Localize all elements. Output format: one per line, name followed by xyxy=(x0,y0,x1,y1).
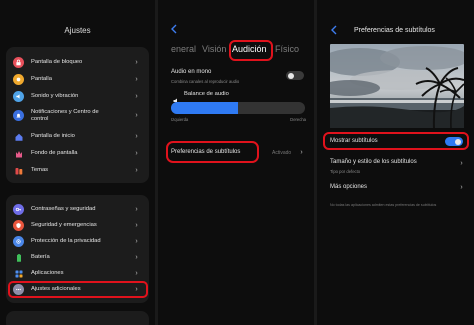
privacy-icon xyxy=(13,236,24,247)
page-title: Preferencias de subtítulos xyxy=(354,27,435,34)
settings-item-label: Notificaciones y Centro de control xyxy=(31,108,99,122)
chevron-right-icon: › xyxy=(135,270,138,277)
back-arrow-icon[interactable] xyxy=(170,23,178,37)
settings-item-display[interactable]: Pantalla › xyxy=(6,74,149,85)
balance-slider-fill xyxy=(171,102,238,114)
accessibility-panel: eneral Visión Audición Físico Audio en m… xyxy=(158,0,314,325)
battery-icon xyxy=(13,252,24,263)
balance-label: Balance de audio xyxy=(184,91,229,97)
chevron-right-icon: › xyxy=(300,149,303,156)
back-arrow-icon[interactable] xyxy=(330,24,338,38)
chevron-right-icon: › xyxy=(135,59,138,66)
settings-item-label: Sonido y vibración xyxy=(31,93,79,99)
settings-item-privacy[interactable]: Protección de la privacidad › xyxy=(6,236,149,247)
chevron-right-icon: › xyxy=(460,184,463,191)
highlight-show-subtitles xyxy=(323,132,469,150)
settings-item-battery[interactable]: Batería › xyxy=(6,252,149,263)
speaker-icon xyxy=(13,91,24,102)
palette-icon xyxy=(13,165,24,176)
balance-slider-track[interactable] xyxy=(171,102,305,114)
subtitle-status: Activado xyxy=(272,150,292,156)
settings-item-wallpaper[interactable]: Fondo de pantalla › xyxy=(6,148,149,159)
chevron-right-icon: › xyxy=(135,133,138,140)
settings-panel: Ajustes Pantalla de bloqueo › Pantalla ›… xyxy=(0,0,155,325)
subtitle-note: No todas las aplicaciones admiten estas … xyxy=(330,203,437,207)
subtitle-preview-image xyxy=(330,44,464,128)
highlight-subtitle-preferences xyxy=(166,141,259,163)
settings-item-passwords[interactable]: Contraseñas y seguridad › xyxy=(6,204,149,215)
highlight-additional-settings xyxy=(8,281,148,298)
speaker-icon xyxy=(173,91,181,104)
key-icon xyxy=(13,204,24,215)
more-options-label: Más opciones xyxy=(330,184,368,190)
chevron-right-icon: › xyxy=(135,222,138,229)
chevron-right-icon: › xyxy=(135,93,138,100)
bell-icon xyxy=(13,110,24,121)
mono-audio-toggle[interactable] xyxy=(286,71,304,80)
flower-icon xyxy=(13,148,24,159)
settings-item-label: Pantalla xyxy=(31,76,52,82)
settings-item-themes[interactable]: Temas › xyxy=(6,165,149,176)
audio-balance-control: Balance de audio Izquierda Derecha xyxy=(171,88,306,126)
settings-item-label: Pantalla de inicio xyxy=(31,133,75,139)
page-title: Ajustes xyxy=(64,26,91,35)
settings-item-safety[interactable]: Seguridad y emergencias › xyxy=(6,220,149,231)
lock-icon xyxy=(13,57,24,68)
settings-item-sound[interactable]: Sonido y vibración › xyxy=(6,91,149,102)
subtitle-preferences-panel: Preferencias de subtítulos Mostrar subtí… xyxy=(317,0,474,325)
chevron-right-icon: › xyxy=(135,206,138,213)
settings-group-personalization: Pantalla de bloqueo › Pantalla › Sonido … xyxy=(6,47,149,183)
settings-item-apps[interactable]: Aplicaciones › xyxy=(6,268,149,279)
tab-general[interactable]: eneral xyxy=(171,44,196,54)
shield-icon xyxy=(13,220,24,231)
settings-item-label: Contraseñas y seguridad xyxy=(31,206,96,212)
apps-icon xyxy=(13,268,24,279)
size-style-label: Tamaño y estilo de los subtítulos xyxy=(330,159,417,165)
settings-item-lock-screen[interactable]: Pantalla de bloqueo › xyxy=(6,57,149,68)
settings-item-label: Temas xyxy=(31,167,49,173)
highlight-hearing-tab xyxy=(229,40,273,61)
tab-vision[interactable]: Visión xyxy=(202,44,226,54)
chevron-right-icon: › xyxy=(135,238,138,245)
balance-right-label: Derecha xyxy=(290,117,306,122)
chevron-right-icon: › xyxy=(135,76,138,83)
settings-item-label: Fondo de pantalla xyxy=(31,150,78,156)
chevron-right-icon: › xyxy=(135,150,138,157)
sun-icon xyxy=(13,74,24,85)
mono-audio-label: Audio en mono xyxy=(171,69,212,75)
size-style-sub: Tipo por defecto xyxy=(330,169,361,174)
settings-item-label: Protección de la privacidad xyxy=(31,238,101,244)
settings-group-more xyxy=(6,311,149,325)
tab-physical[interactable]: Físico xyxy=(275,44,299,54)
settings-item-label: Batería xyxy=(31,254,50,260)
settings-item-home-screen[interactable]: Pantalla de inicio › xyxy=(6,131,149,142)
settings-item-label: Seguridad y emergencias xyxy=(31,222,97,228)
chevron-right-icon: › xyxy=(460,160,463,167)
chevron-right-icon: › xyxy=(135,254,138,261)
settings-item-label: Aplicaciones xyxy=(31,270,64,276)
chevron-right-icon: › xyxy=(135,112,138,119)
toggle-knob xyxy=(288,72,294,79)
settings-item-label: Pantalla de bloqueo xyxy=(31,59,83,65)
balance-left-label: Izquierda xyxy=(171,117,189,122)
mono-audio-description: Combina canales al reproducir audio xyxy=(171,79,240,84)
settings-item-notifications[interactable]: Notificaciones y Centro de control › xyxy=(6,108,149,123)
home-icon xyxy=(13,131,24,142)
chevron-right-icon: › xyxy=(135,167,138,174)
